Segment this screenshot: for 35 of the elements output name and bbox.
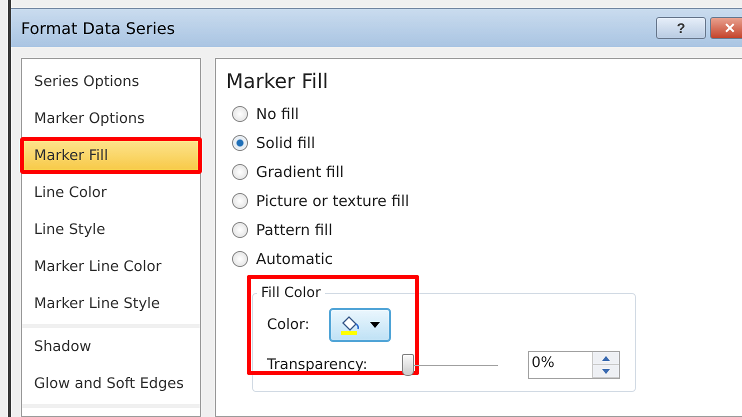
percent-field[interactable]: 0% (528, 351, 620, 379)
radio-button[interactable] (232, 250, 248, 266)
option-label: Gradient fill (256, 162, 344, 180)
category-item[interactable]: Line Style (22, 211, 200, 248)
option-label: Picture or texture fill (256, 192, 410, 210)
category-item[interactable]: Marker Line Color (22, 248, 200, 285)
group-label: Fill Color (260, 285, 322, 301)
radio-button[interactable] (232, 222, 248, 238)
caret-icon (370, 322, 380, 328)
option-label: No fill (256, 104, 299, 122)
up-button[interactable] (592, 352, 619, 365)
section-heading: Marker Fill (226, 69, 330, 93)
slider-thumb[interactable] (402, 354, 414, 376)
radio-button[interactable] (232, 134, 248, 150)
down-button[interactable] (592, 365, 619, 378)
up-arrow-icon (602, 356, 610, 360)
category-item[interactable]: Marker Fill (20, 137, 202, 174)
help-button[interactable]: ? (656, 17, 706, 39)
option-label: Automatic (256, 250, 333, 268)
radio-button[interactable] (232, 192, 248, 208)
down-arrow-icon (602, 368, 610, 374)
option-label: Solid fill (256, 134, 316, 152)
field-label: Transparency: (267, 357, 368, 373)
category-item[interactable]: Marker Line Style (22, 285, 200, 322)
field-label: Color: (267, 317, 310, 333)
color-picker-button[interactable] (329, 308, 391, 342)
window-title: Format Data Series (21, 18, 176, 38)
option-label: Pattern fill (256, 220, 333, 238)
category-item[interactable]: Shadow (22, 328, 200, 365)
radio-button[interactable] (232, 106, 248, 122)
category-item[interactable]: Glow and Soft Edges (22, 365, 200, 402)
category-item[interactable]: Series Options (22, 63, 200, 100)
category-item[interactable]: Line Color (22, 174, 200, 211)
category-item[interactable]: Marker Options (22, 100, 200, 137)
radio-button[interactable] (232, 164, 248, 180)
